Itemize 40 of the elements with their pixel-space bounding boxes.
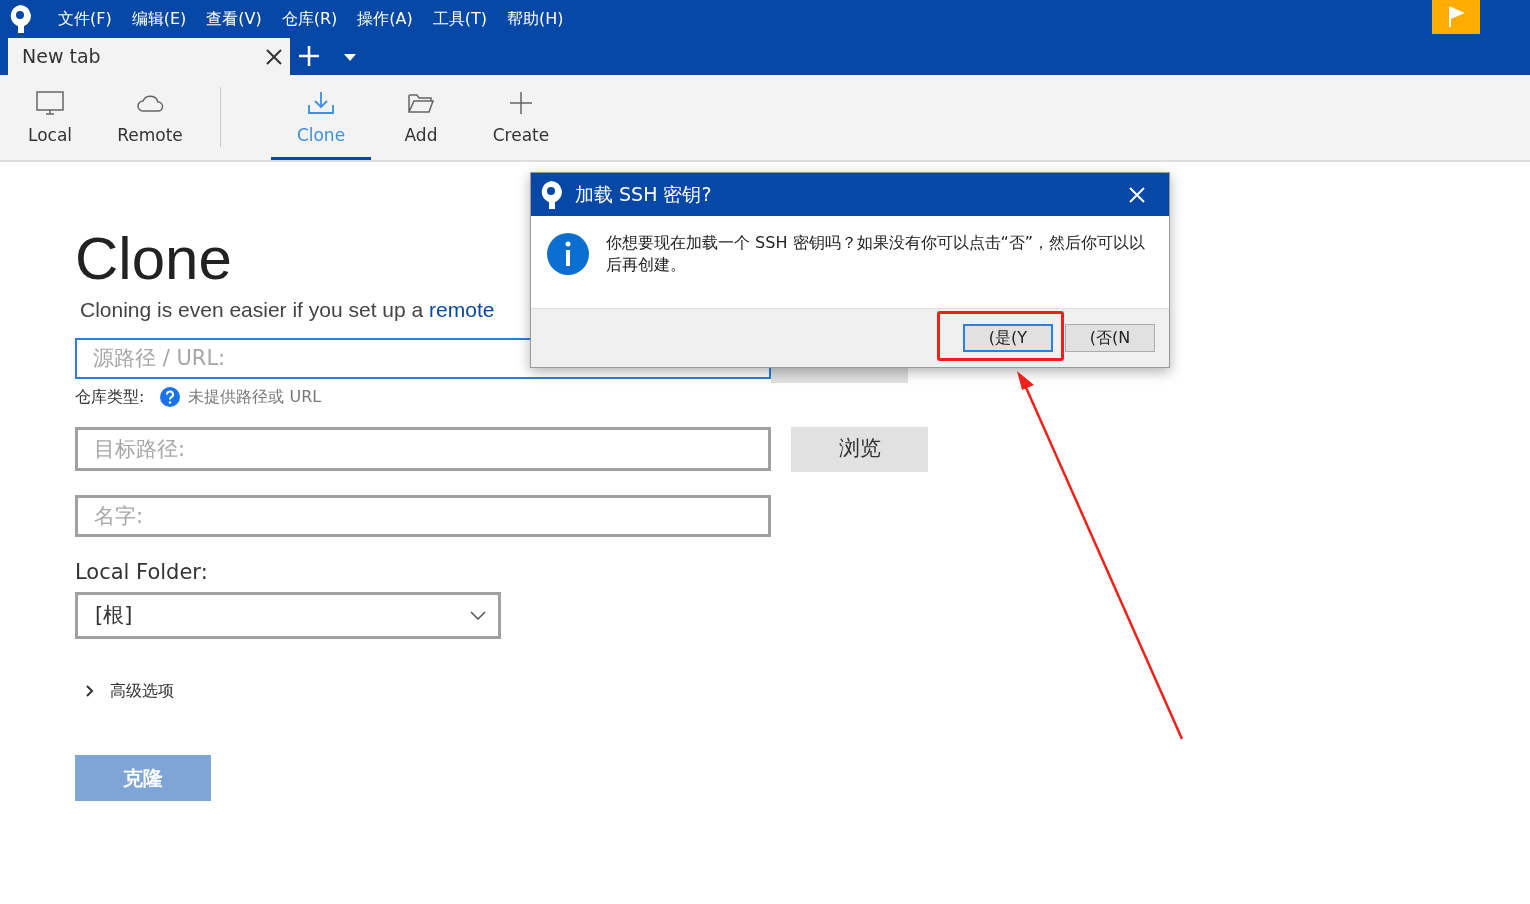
tab[interactable]: New tab [8,38,290,75]
logo-icon [539,179,563,210]
chevron-down-icon [470,611,486,620]
menu-item[interactable]: 文件(F) [48,7,122,31]
menu-item[interactable]: 编辑(E) [121,7,197,31]
info-icon [546,232,590,276]
close-icon[interactable] [266,48,282,65]
download-icon [306,89,336,117]
toolbar-button[interactable]: Remote [100,75,200,160]
input-field[interactable]: 名字: [75,494,771,537]
menu-item[interactable]: 工具(T) [422,7,498,31]
dialog-title: 加载 SSH 密钥? [575,182,713,208]
browse-button[interactable]: 浏览 [791,426,928,472]
toolbar-button[interactable]: Create [471,75,571,160]
input-field[interactable]: 目标路径: [75,426,771,471]
menu-item[interactable]: 操作(A) [347,7,423,31]
menu-item[interactable]: 仓库(R) [271,7,348,31]
logo-icon [8,4,32,34]
toolbar-button[interactable]: Local [0,75,100,160]
toolbar-button[interactable]: Add [371,75,471,160]
add-tab-icon[interactable] [298,45,320,67]
flag-icon [1448,6,1464,28]
menu-item[interactable]: 查看(V) [196,7,272,31]
remote-link[interactable]: remote [429,298,495,321]
tab-label: New tab [22,44,101,70]
subtitle: Cloning is even easier if you set up a remote [80,297,495,323]
dialog-button[interactable]: (否(N [1065,324,1155,352]
advanced-toggle[interactable]: 高级选项 [85,679,174,703]
dialog-button[interactable]: (是(Y [963,324,1053,352]
monitor-icon [35,89,65,117]
help-icon [160,386,181,407]
dropdown-icon[interactable] [344,54,356,61]
folder-select[interactable]: [根] [75,592,501,639]
chevron-right-icon [85,685,94,697]
field-label: Local Folder: [75,558,209,586]
field-label: 仓库类型: [75,385,145,408]
menu-item[interactable]: 帮助(H) [497,7,574,31]
repo-type-value: 未提供路径或 URL [188,385,322,408]
page-title: Clone [75,224,232,294]
dialog-message: 你想要现在加载一个 SSH 密钥吗？如果没有你可以点击“否”，然后你可以以后再创建。 [606,232,1147,276]
